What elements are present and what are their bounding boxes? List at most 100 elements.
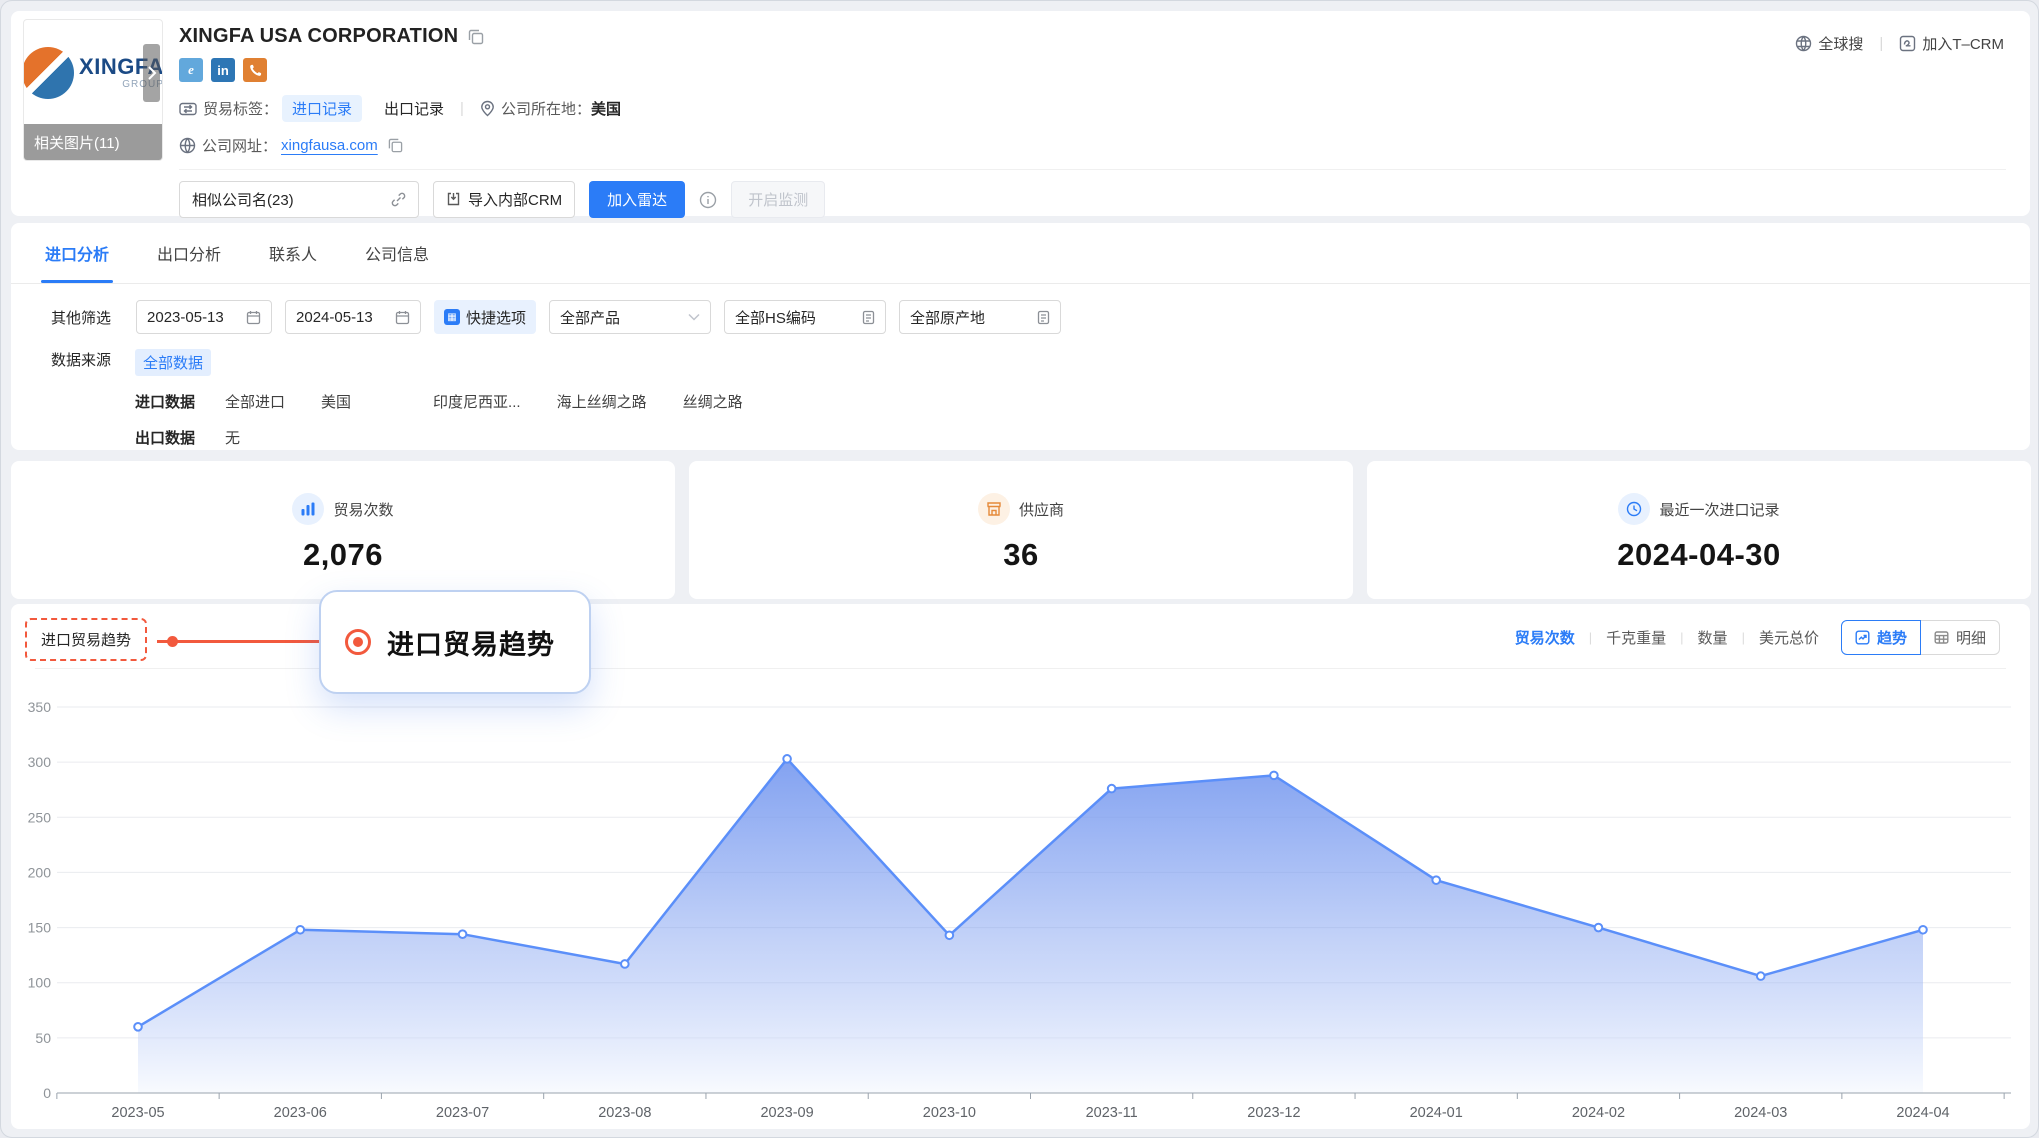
link-icon [391,192,406,207]
import-data-row: 进口数据 全部进口 美国 印度尼西亚... 海上丝绸之路 丝绸之路 [135,391,2030,412]
clock-icon [1618,493,1650,525]
document-icon [1037,310,1050,325]
svg-text:2024-03: 2024-03 [1734,1105,1787,1121]
app-window: XINGFA GROUP 相关图片(11) 全球搜 | 加入T–CRM [0,0,2039,1138]
metric-kg-weight[interactable]: 千克重量 [1606,627,1666,648]
website-link[interactable]: xingfausa.com [281,137,378,154]
svg-text:300: 300 [28,754,52,770]
svg-text:2023-09: 2023-09 [760,1105,813,1121]
detail-view-button[interactable]: 明细 [1921,620,2000,655]
svg-text:2023-08: 2023-08 [598,1105,651,1121]
other-filters-label: 其他筛选 [51,307,111,328]
svg-text:250: 250 [28,809,52,825]
stat-card-latest-import: 最近一次进口记录 2024-04-30 [1367,461,2031,599]
metric-usd-total[interactable]: 美元总价 [1759,627,1819,648]
import-source-maritime-silk-road[interactable]: 海上丝绸之路 [557,391,647,412]
quick-options-icon: ▦ [444,309,460,325]
tab-import-analysis[interactable]: 进口分析 [45,241,109,283]
analysis-card: 进口分析 出口分析 联系人 公司信息 其他筛选 2023-05-13 2024-… [11,223,2030,450]
social-icons: e in [179,58,2030,82]
view-toggle-group: 趋势 明细 [1841,620,2000,655]
website-globe-icon [179,137,196,154]
start-date-picker[interactable]: 2023-05-13 [136,300,272,334]
import-to-crm-button[interactable]: 导入内部CRM [433,181,575,218]
location-value: 美国 [591,98,621,119]
related-images-label[interactable]: 相关图片(11) [24,124,162,160]
stat-card-suppliers: 供应商 36 [689,461,1353,599]
linkedin-icon[interactable]: in [211,58,235,82]
copy-icon [468,29,484,45]
import-source-usa[interactable]: 美国 [321,391,351,412]
import-icon [446,192,461,207]
export-data-row: 出口数据 无 [135,427,2030,448]
company-header-card: XINGFA GROUP 相关图片(11) 全球搜 | 加入T–CRM [11,11,2030,216]
import-source-silk-road[interactable]: 丝绸之路 [683,391,743,412]
origin-filter[interactable]: 全部原产地 [899,300,1061,334]
join-tcrm-link[interactable]: 加入T–CRM [1899,33,2004,54]
tab-contacts[interactable]: 联系人 [269,241,317,283]
website-label: 公司网址： [202,135,277,156]
start-monitoring-button[interactable]: 开启监测 [731,181,825,218]
header-divider [179,169,2006,170]
annotation-dot [167,636,178,647]
annotation-connector-line [157,640,333,643]
product-select[interactable]: 全部产品 [549,300,711,334]
chart-controls: 贸易次数 | 千克重量 | 数量 | 美元总价 趋势 明细 [1515,620,2000,655]
chevron-down-icon [688,313,700,321]
svg-text:2024-02: 2024-02 [1572,1105,1625,1121]
svg-text:2023-05: 2023-05 [111,1105,164,1121]
hs-code-filter[interactable]: 全部HS编码 [724,300,886,334]
trend-view-button[interactable]: 趋势 [1841,620,1921,655]
import-source-all[interactable]: 全部进口 [225,391,285,412]
trend-icon [1855,630,1870,645]
data-source-all-data[interactable]: 全部数据 [135,349,211,376]
website-icon[interactable]: e [179,58,203,82]
tag-import-records[interactable]: 进口记录 [282,95,362,122]
copy-company-name-button[interactable] [468,29,484,45]
annotation-callout: 进口贸易趋势 [319,590,591,694]
svg-text:100: 100 [28,975,52,991]
trade-tag-icon [179,101,197,117]
svg-text:2023-11: 2023-11 [1086,1105,1138,1121]
header-quick-links: 全球搜 | 加入T–CRM [1795,33,2004,54]
import-source-indonesia[interactable]: 印度尼西亚... [433,391,521,412]
tab-company-info[interactable]: 公司信息 [365,241,429,283]
shop-icon [978,493,1010,525]
company-logo-image: XINGFA GROUP [24,20,162,126]
svg-text:2024-01: 2024-01 [1410,1105,1463,1121]
crm-box-icon [1899,35,1916,52]
trend-area-chart[interactable]: 0501001502002503003502023-052023-062023-… [11,664,2030,1129]
company-image-thumbnail[interactable]: XINGFA GROUP 相关图片(11) [23,19,163,161]
table-icon [1934,630,1949,645]
stat-value: 2,076 [303,537,383,573]
metric-trade-count[interactable]: 贸易次数 [1515,627,1575,648]
quick-options-button[interactable]: ▦ 快捷选项 [434,300,536,334]
data-source-label: 数据来源 [51,349,135,370]
info-icon[interactable] [699,191,717,209]
copy-icon [388,138,403,153]
import-data-label: 进口数据 [135,391,195,412]
company-name: XINGFA USA CORPORATION [179,25,458,48]
svg-text:50: 50 [35,1030,51,1046]
global-search-link[interactable]: 全球搜 [1795,33,1863,54]
import-trend-card: 进口贸易趋势 进口贸易趋势 贸易次数 | 千克重量 | 数量 | 美元总价 趋势… [11,604,2030,1129]
location-label: 公司所在地： [501,98,591,119]
copy-website-button[interactable] [388,138,403,153]
stat-value: 2024-04-30 [1617,537,1781,573]
stat-value: 36 [1003,537,1038,573]
metric-quantity[interactable]: 数量 [1698,627,1728,648]
tag-export-records[interactable]: 出口记录 [384,98,444,119]
phone-icon[interactable] [243,58,267,82]
svg-text:2023-06: 2023-06 [274,1105,327,1121]
tab-export-analysis[interactable]: 出口分析 [157,241,221,283]
bar-chart-icon [292,493,324,525]
add-radar-button[interactable]: 加入雷达 [589,181,685,218]
document-icon [862,310,875,325]
export-data-value: 无 [225,427,240,448]
stat-label: 贸易次数 [333,499,393,520]
similar-companies-button[interactable]: 相似公司名(23) [179,181,419,218]
image-next-arrow[interactable] [143,44,160,102]
end-date-picker[interactable]: 2024-05-13 [285,300,421,334]
svg-text:2023-10: 2023-10 [923,1105,976,1121]
svg-text:2023-12: 2023-12 [1247,1105,1300,1121]
